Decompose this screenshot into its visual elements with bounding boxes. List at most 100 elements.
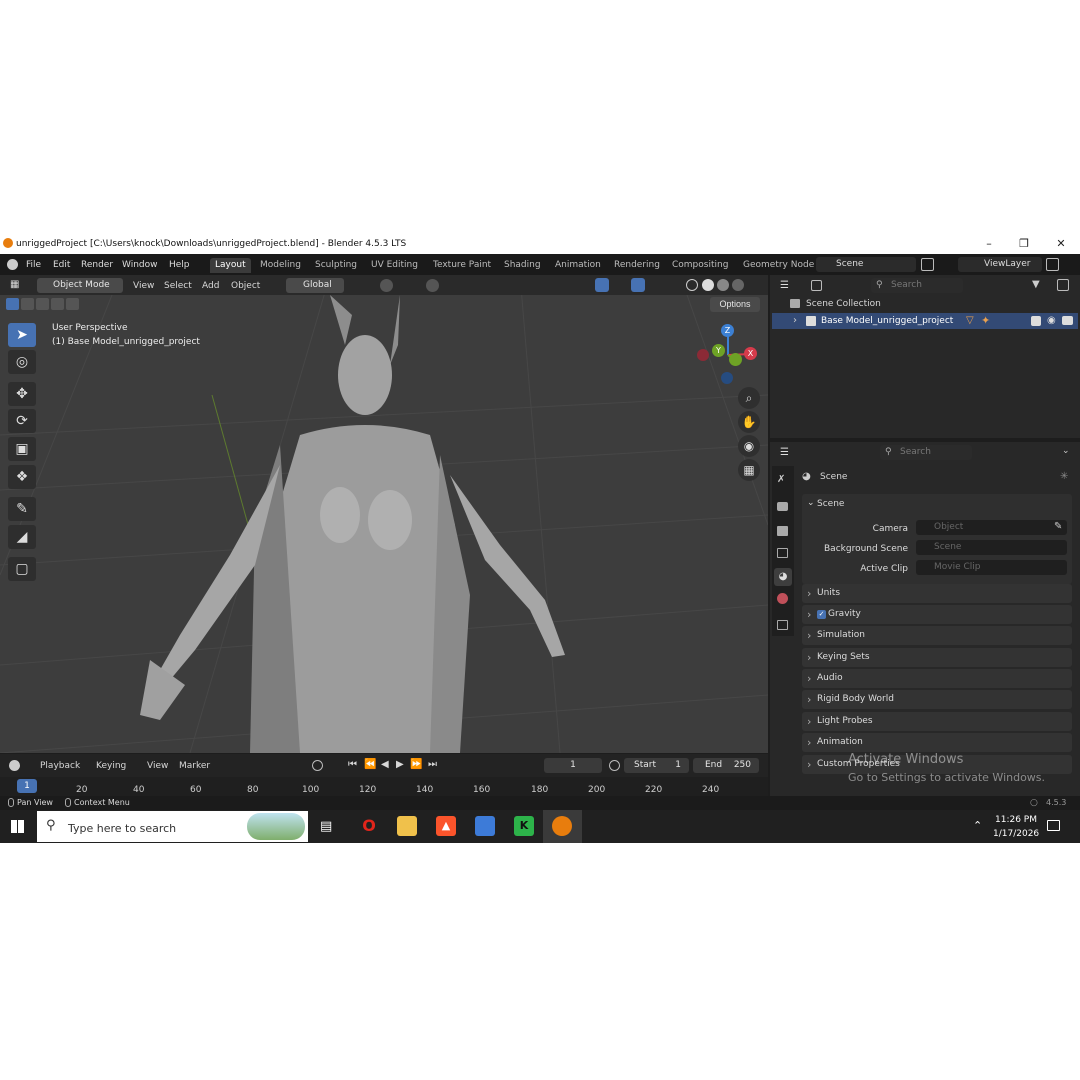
exclude-checkbox-icon[interactable] xyxy=(1031,316,1041,326)
overlay-toggle-icon[interactable] xyxy=(631,278,645,292)
render-tab-icon[interactable] xyxy=(777,502,788,511)
tab-compositing[interactable]: Compositing xyxy=(667,258,733,273)
outliner-editor-type-icon[interactable]: ☰ xyxy=(780,280,789,291)
navigation-gizmo[interactable]: Z X Y xyxy=(695,322,760,387)
notifications-icon[interactable] xyxy=(1047,820,1060,831)
taskbar-date[interactable]: 1/17/2026 xyxy=(993,829,1039,839)
move-tool-icon[interactable]: ✥ xyxy=(8,382,36,406)
solid-shading-icon[interactable] xyxy=(702,279,714,291)
gizmo-y-axis[interactable]: Y xyxy=(712,344,725,357)
collection-tab-icon[interactable] xyxy=(777,620,788,630)
viewport-menu-select[interactable]: Select xyxy=(164,282,192,291)
pan-view-icon[interactable]: ✋ xyxy=(738,411,760,433)
blender-taskbar-icon[interactable] xyxy=(552,816,572,836)
current-frame-field[interactable]: 1 xyxy=(544,758,602,773)
material-shading-icon[interactable] xyxy=(717,279,729,291)
snap-icon[interactable] xyxy=(380,279,393,292)
start-frame-field[interactable]: Start 1 xyxy=(624,758,689,773)
transform-orientation-dropdown[interactable]: Global xyxy=(286,278,344,293)
gizmo-x-axis[interactable]: X xyxy=(744,347,757,360)
select-invert-mode-icon[interactable] xyxy=(51,298,64,310)
viewlayer-selector[interactable]: ViewLayer xyxy=(958,257,1042,272)
properties-search-input[interactable]: Search xyxy=(880,445,972,460)
jump-keyframe-back-icon[interactable]: ⏪ xyxy=(364,760,376,770)
rendered-shading-icon[interactable] xyxy=(732,279,744,291)
maximize-button[interactable]: ❐ xyxy=(1012,236,1036,252)
gizmo-neg-z-dot[interactable] xyxy=(721,372,733,384)
proportional-edit-icon[interactable] xyxy=(426,279,439,292)
timeline-menu-keying[interactable]: Keying xyxy=(96,762,126,771)
auto-keying-icon[interactable] xyxy=(312,760,323,771)
active-clip-field[interactable]: Movie Clip xyxy=(916,560,1067,575)
brave-icon[interactable]: ▲ xyxy=(436,816,456,836)
scene-tab-icon[interactable]: ◕ xyxy=(774,568,792,586)
tab-rendering[interactable]: Rendering xyxy=(609,258,665,273)
simulation-panel[interactable]: Simulation xyxy=(802,626,1072,645)
tab-uv-editing[interactable]: UV Editing xyxy=(366,258,423,273)
show-hidden-icons-chevron-icon[interactable]: ⌃ xyxy=(973,819,982,832)
gizmo-y-axis-dot[interactable] xyxy=(729,353,742,366)
krita-icon[interactable]: K xyxy=(514,816,534,836)
gizmo-neg-x-dot[interactable] xyxy=(697,349,709,361)
units-panel[interactable]: Units xyxy=(802,584,1072,603)
render-camera-icon[interactable] xyxy=(1062,316,1073,325)
rigid-body-world-panel[interactable]: Rigid Body World xyxy=(802,690,1072,709)
rotate-tool-icon[interactable]: ⟳ xyxy=(8,409,36,433)
filter-icon[interactable]: ▼ xyxy=(1032,279,1040,290)
camera-view-icon[interactable]: ◉ xyxy=(738,435,760,457)
tool-tab-icon[interactable]: ✗ xyxy=(777,474,785,485)
visibility-eye-icon[interactable]: ◉ xyxy=(1047,315,1056,326)
preview-range-icon[interactable] xyxy=(609,760,620,771)
object-mode-dropdown[interactable]: Object Mode xyxy=(37,278,123,293)
windows-start-icon[interactable] xyxy=(11,820,24,833)
menu-file[interactable]: File xyxy=(26,260,41,270)
background-scene-field[interactable]: Scene xyxy=(916,540,1067,555)
output-tab-icon[interactable] xyxy=(777,526,788,536)
tab-geometry-nodes[interactable]: Geometry Node xyxy=(738,258,819,273)
add-cube-tool-icon[interactable]: ▢ xyxy=(8,557,36,581)
opera-icon[interactable]: O xyxy=(359,816,379,836)
new-viewlayer-icon[interactable] xyxy=(1046,258,1059,271)
outliner-editor[interactable]: ☰ Search ⚲ ▼ Scene Collection › Base Mod… xyxy=(770,275,1080,438)
file-explorer-icon[interactable] xyxy=(397,816,417,836)
select-tool-icon[interactable]: ➤ xyxy=(8,323,36,347)
viewport-menu-object[interactable]: Object xyxy=(231,282,260,291)
tab-sculpting[interactable]: Sculpting xyxy=(310,258,362,273)
light-probes-panel[interactable]: Light Probes xyxy=(802,712,1072,731)
blender-menu-icon[interactable] xyxy=(7,259,18,270)
timeline-menu-playback[interactable]: Playback xyxy=(40,762,80,771)
expand-arrow-icon[interactable]: › xyxy=(793,315,797,326)
taskbar-time[interactable]: 11:26 PM xyxy=(995,815,1037,825)
timeline-menu-view[interactable]: View xyxy=(147,762,168,771)
scale-tool-icon[interactable]: ▣ xyxy=(8,437,36,461)
jump-start-icon[interactable]: ⏮ xyxy=(348,760,357,770)
scene-selector[interactable]: Scene xyxy=(816,257,916,272)
gravity-panel[interactable]: Gravity xyxy=(802,605,1072,624)
close-button[interactable]: ✕ xyxy=(1049,236,1073,252)
play-icon[interactable]: ▶ xyxy=(396,760,404,770)
properties-options-chevron-icon[interactable]: ⌄ xyxy=(1062,446,1070,456)
display-mode-icon[interactable] xyxy=(811,280,822,291)
keying-sets-panel[interactable]: Keying Sets xyxy=(802,648,1072,667)
measure-tool-icon[interactable]: ◢ xyxy=(8,525,36,549)
menu-render[interactable]: Render xyxy=(81,260,113,270)
minimize-button[interactable]: – xyxy=(977,236,1001,252)
editor-type-icon[interactable]: ▦ xyxy=(10,279,19,290)
gizmo-z-axis[interactable]: Z xyxy=(721,324,734,337)
audio-panel[interactable]: Audio xyxy=(802,669,1072,688)
view-layer-tab-icon[interactable] xyxy=(777,548,788,558)
outliner-row-base-model[interactable]: › Base Model_unrigged_project ▽ ✦ ◉ xyxy=(772,313,1078,329)
scene-panel-title[interactable]: Scene xyxy=(817,500,844,509)
jump-end-icon[interactable]: ⏭ xyxy=(428,760,437,770)
wireframe-shading-icon[interactable] xyxy=(686,279,698,291)
menu-help[interactable]: Help xyxy=(169,260,190,270)
properties-editor-type-icon[interactable]: ☰ xyxy=(780,447,789,458)
new-collection-icon[interactable] xyxy=(1057,279,1069,291)
playhead-frame[interactable]: 1 xyxy=(17,779,37,793)
menu-edit[interactable]: Edit xyxy=(53,260,70,270)
gravity-checkbox[interactable]: ✓ xyxy=(817,610,826,619)
perspective-toggle-icon[interactable]: ▦ xyxy=(738,459,760,481)
tab-animation[interactable]: Animation xyxy=(550,258,606,273)
select-intersect-mode-icon[interactable] xyxy=(66,298,79,310)
tab-modeling[interactable]: Modeling xyxy=(255,258,306,273)
